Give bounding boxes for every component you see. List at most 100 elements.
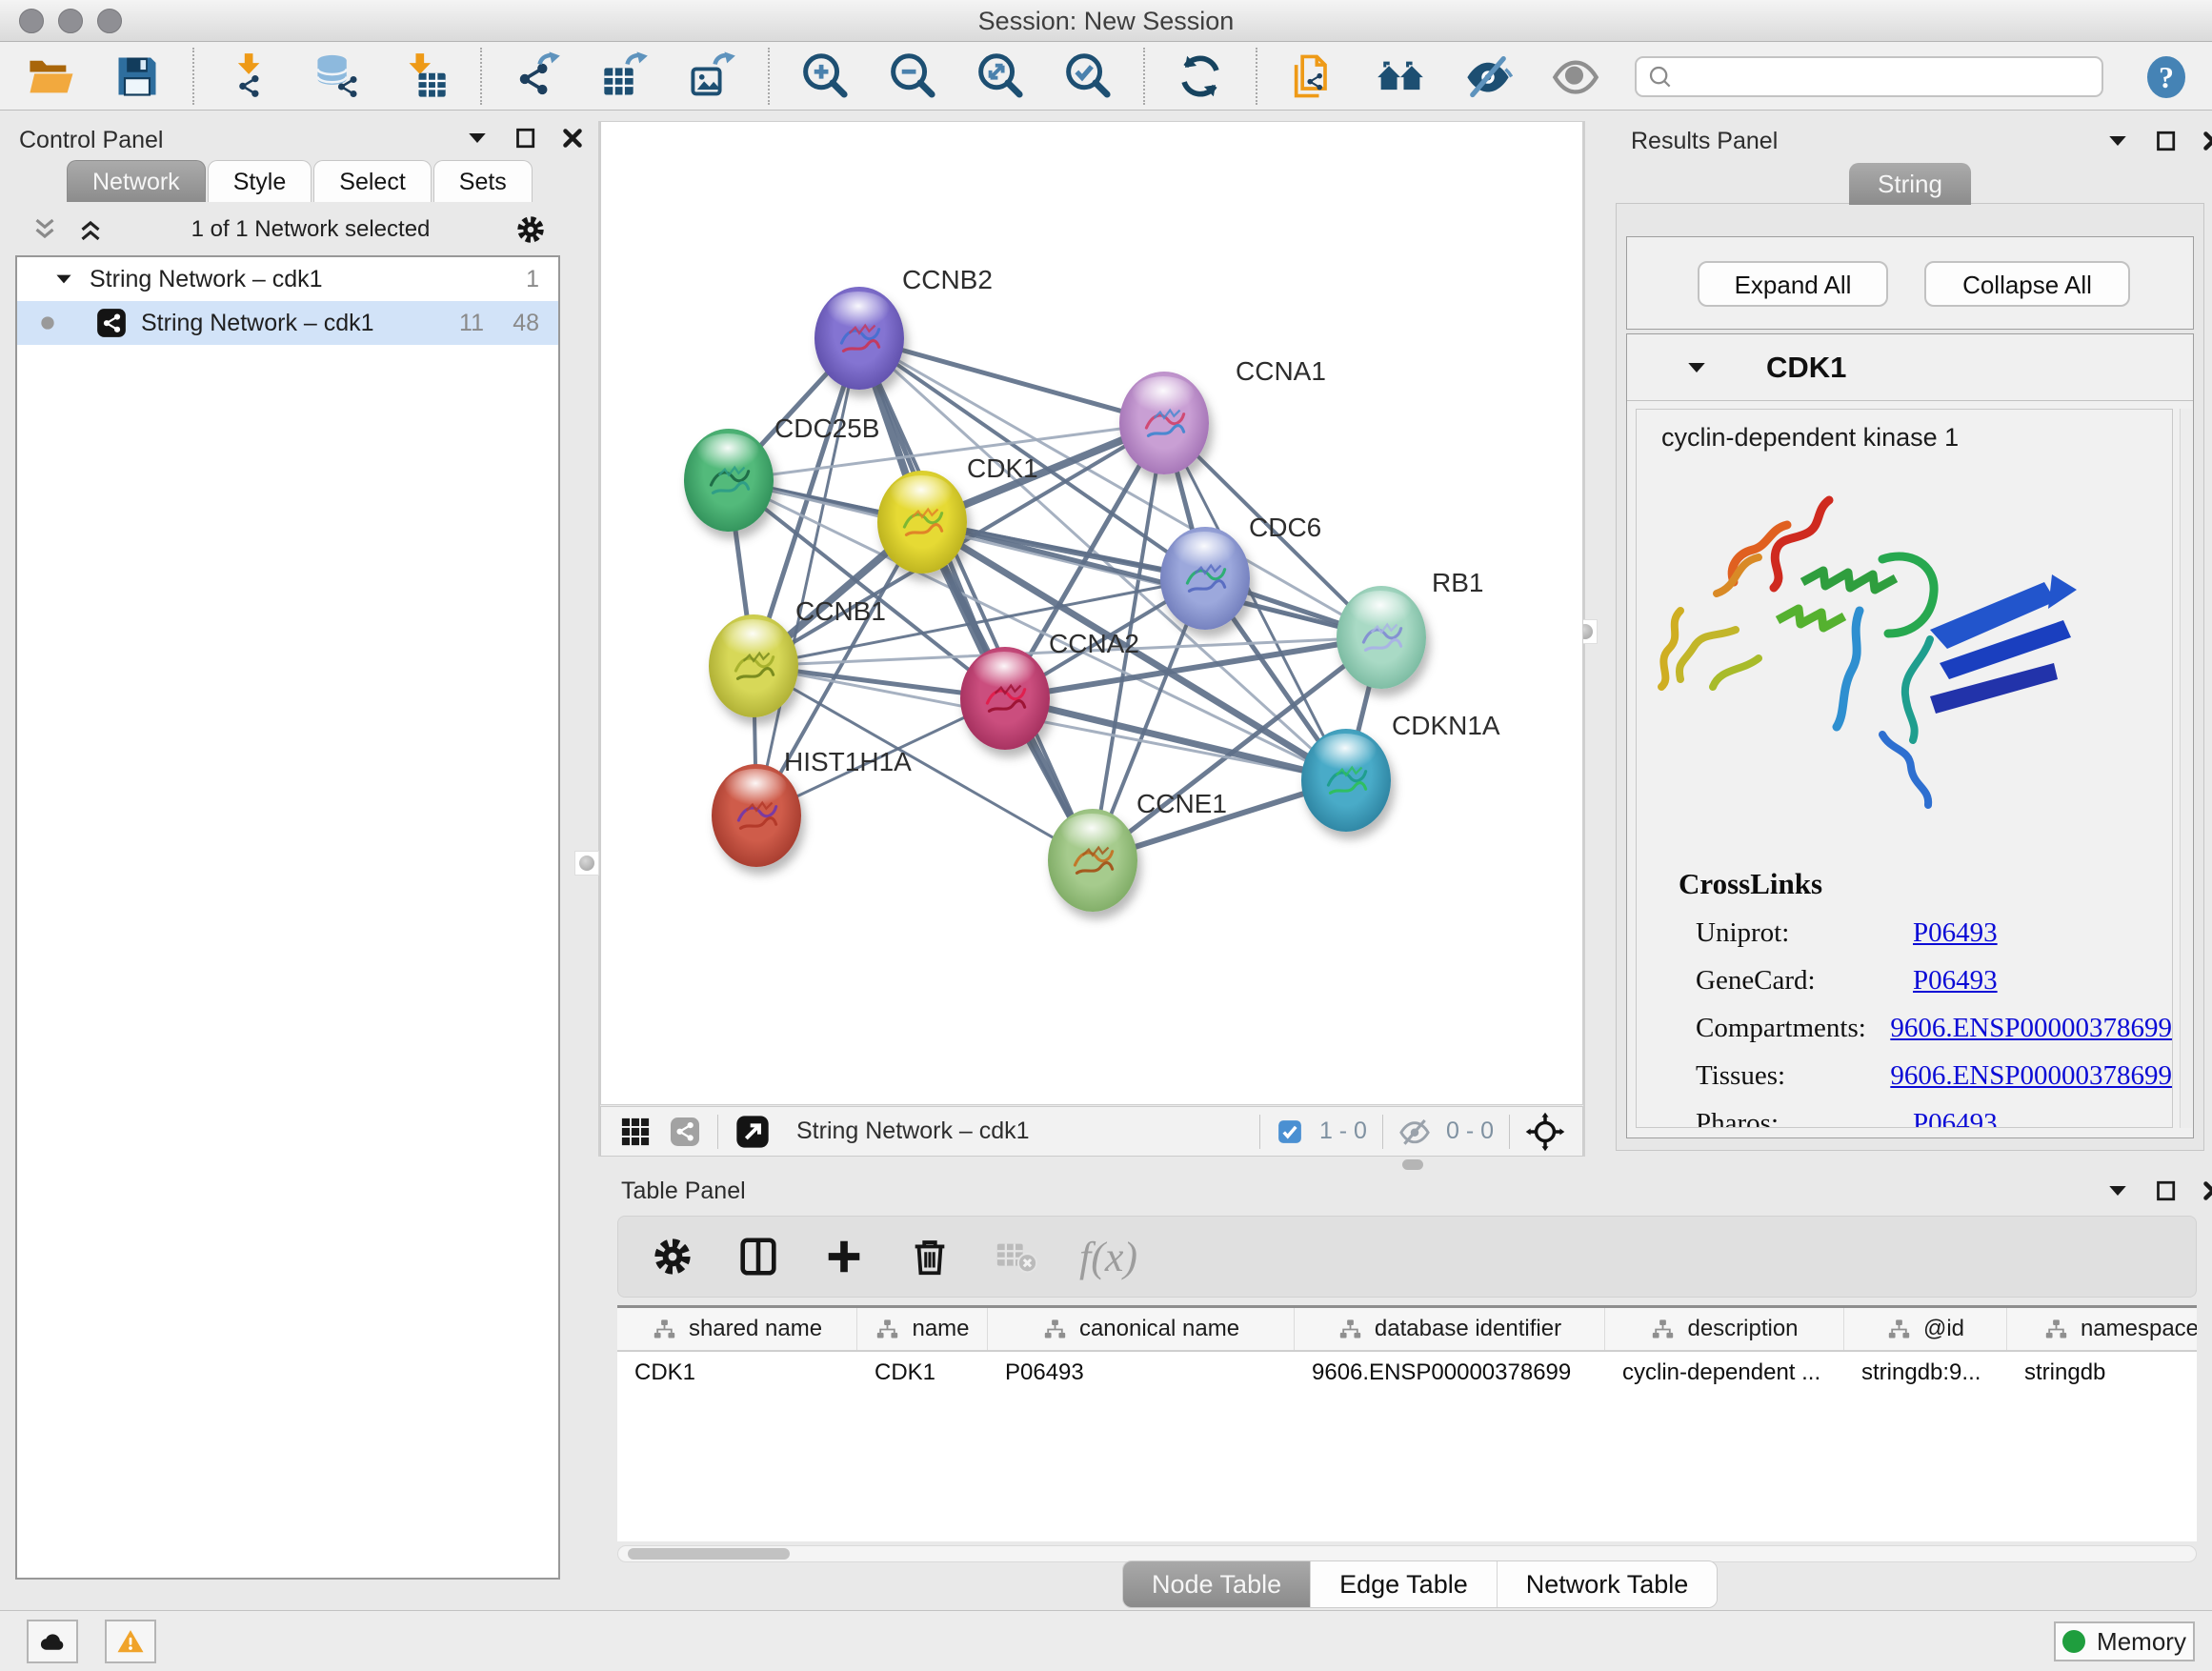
- tab-network[interactable]: Network: [67, 160, 206, 202]
- tab-style[interactable]: Style: [208, 160, 312, 202]
- panel-menu-triangle-icon[interactable]: [2103, 1177, 2132, 1205]
- open-session-icon[interactable]: [25, 51, 74, 101]
- minimize-window-button[interactable]: [58, 9, 83, 33]
- column-header-shared-name[interactable]: shared name: [617, 1308, 857, 1350]
- column-header-namespace[interactable]: namespace: [2007, 1308, 2197, 1350]
- close-panel-icon[interactable]: [2199, 127, 2212, 155]
- column-flow-icon: [1886, 1317, 1912, 1342]
- column-header-database-identifier[interactable]: database identifier: [1295, 1308, 1605, 1350]
- import-network-from-file-icon[interactable]: [225, 51, 274, 101]
- zoom-window-button[interactable]: [97, 9, 122, 33]
- network-node-CDKN1A[interactable]: [1301, 729, 1391, 832]
- search-box[interactable]: [1635, 56, 2103, 97]
- delete-column-icon[interactable]: [908, 1235, 952, 1278]
- save-session-icon[interactable]: [112, 51, 162, 101]
- crosslinks-title: CrossLinks: [1679, 867, 2172, 901]
- open-in-new-window-icon[interactable]: [734, 1113, 772, 1151]
- protein-name: CDK1: [1766, 351, 1846, 385]
- protein-ribbon-thumb: [1317, 752, 1376, 811]
- thumbnail-grid-icon[interactable]: [618, 1115, 653, 1149]
- network-canvas[interactable]: CCNB2 CCNA1 CDC25B CDK1 CDC6 RB1: [600, 121, 1583, 1105]
- export-network-icon[interactable]: [513, 51, 562, 101]
- close-window-button[interactable]: [19, 9, 44, 33]
- crosslink-link[interactable]: 9606.ENSP00000378699: [1890, 1060, 2172, 1092]
- tab-select[interactable]: Select: [313, 160, 431, 202]
- network-node-CCNB1[interactable]: [709, 614, 798, 717]
- tab-string[interactable]: String: [1849, 163, 1971, 205]
- float-panel-icon[interactable]: [2151, 1177, 2180, 1205]
- export-table-icon[interactable]: [600, 51, 650, 101]
- hidden-eye-icon[interactable]: [1398, 1116, 1431, 1148]
- column-header-description[interactable]: description: [1605, 1308, 1844, 1350]
- zoom-out-icon[interactable]: [888, 51, 937, 101]
- network-node-CDC25B[interactable]: [684, 429, 774, 532]
- warning-icon[interactable]: [105, 1620, 156, 1663]
- cloud-icon[interactable]: [27, 1620, 78, 1663]
- collapse-all-chevron-icon[interactable]: [29, 213, 61, 246]
- column-header-name[interactable]: name: [857, 1308, 988, 1350]
- expand-all-chevron-icon[interactable]: [74, 213, 107, 246]
- network-node-CDK1[interactable]: [877, 471, 967, 574]
- collection-expand-triangle-icon[interactable]: [51, 267, 76, 292]
- network-node-CDC6[interactable]: [1160, 527, 1250, 630]
- share-network-gray-icon[interactable]: [668, 1115, 702, 1149]
- scrollbar-thumb[interactable]: [628, 1548, 790, 1560]
- results-scrollbar[interactable]: [2180, 409, 2192, 1128]
- tab-network-table[interactable]: Network Table: [1498, 1561, 1718, 1607]
- bottom-splitter-handle[interactable]: [1402, 1159, 1423, 1170]
- first-neighbors-icon[interactable]: [1376, 51, 1425, 101]
- memory-button[interactable]: Memory: [2054, 1621, 2195, 1661]
- float-panel-icon[interactable]: [511, 124, 539, 152]
- crosslink-link[interactable]: P06493: [1913, 965, 1998, 997]
- apply-refresh-layout-icon[interactable]: [1176, 51, 1225, 101]
- bottom-splitter[interactable]: [600, 1157, 2212, 1172]
- network-node-CCNB2[interactable]: [814, 287, 904, 390]
- panel-menu-triangle-icon[interactable]: [2103, 127, 2132, 155]
- network-options-gear-icon[interactable]: [514, 213, 547, 246]
- search-input[interactable]: [1682, 64, 2092, 91]
- export-image-icon[interactable]: [688, 51, 737, 101]
- network-node-CCNE1[interactable]: [1048, 809, 1137, 912]
- selected-checkbox-icon[interactable]: [1276, 1117, 1304, 1146]
- crosslink-link[interactable]: P06493: [1913, 917, 1998, 949]
- network-row[interactable]: String Network – cdk1 11 48: [17, 301, 558, 345]
- network-node-HIST1H1A[interactable]: [712, 764, 801, 867]
- network-node-RB1[interactable]: [1337, 586, 1426, 689]
- tab-node-table[interactable]: Node Table: [1123, 1561, 1311, 1607]
- network-node-CCNA1[interactable]: [1119, 372, 1209, 474]
- panel-menu-triangle-icon[interactable]: [463, 124, 492, 152]
- zoom-in-icon[interactable]: [800, 51, 850, 101]
- zoom-fit-icon[interactable]: [975, 51, 1025, 101]
- hide-selected-eye-icon[interactable]: [1463, 51, 1513, 101]
- node-label-CDK1: CDK1: [967, 453, 1038, 484]
- left-splitter-handle[interactable]: [574, 851, 599, 876]
- crosslink-row: Compartments:9606.ENSP00000378699: [1679, 1013, 2172, 1044]
- protein-header[interactable]: CDK1: [1627, 334, 2193, 401]
- tab-edge-table[interactable]: Edge Table: [1311, 1561, 1498, 1607]
- show-hidden-eye-icon[interactable]: [1551, 51, 1600, 101]
- column-header--id[interactable]: @id: [1844, 1308, 2007, 1350]
- birdseye-crosshair-icon[interactable]: [1525, 1112, 1565, 1152]
- table-gear-icon[interactable]: [651, 1235, 694, 1278]
- zoom-selected-icon[interactable]: [1063, 51, 1113, 101]
- column-header-canonical-name[interactable]: canonical name: [988, 1308, 1295, 1350]
- show-columns-icon[interactable]: [736, 1235, 780, 1278]
- collapse-section-triangle-icon[interactable]: [1682, 353, 1711, 382]
- close-panel-icon[interactable]: [558, 124, 587, 152]
- network-collection-row[interactable]: String Network – cdk1 1: [17, 257, 558, 301]
- table-row[interactable]: CDK1CDK1P064939606.ENSP00000378699cyclin…: [617, 1352, 2197, 1394]
- collection-label: String Network – cdk1: [90, 266, 323, 293]
- network-node-CCNA2[interactable]: [960, 647, 1050, 750]
- crosslink-link[interactable]: 9606.ENSP00000378699: [1890, 1013, 2172, 1044]
- import-network-from-database-icon[interactable]: [312, 51, 362, 101]
- tab-sets[interactable]: Sets: [433, 160, 533, 202]
- float-panel-icon[interactable]: [2151, 127, 2180, 155]
- import-table-from-file-icon[interactable]: [400, 51, 450, 101]
- expand-all-button[interactable]: Expand All: [1698, 261, 1888, 307]
- help-icon[interactable]: ?: [2143, 51, 2189, 103]
- collapse-all-button[interactable]: Collapse All: [1924, 261, 2130, 307]
- crosslink-link[interactable]: P06493: [1913, 1108, 1998, 1128]
- add-column-icon[interactable]: [822, 1235, 866, 1278]
- close-panel-icon[interactable]: [2199, 1177, 2212, 1205]
- new-network-from-selection-icon[interactable]: [1288, 51, 1337, 101]
